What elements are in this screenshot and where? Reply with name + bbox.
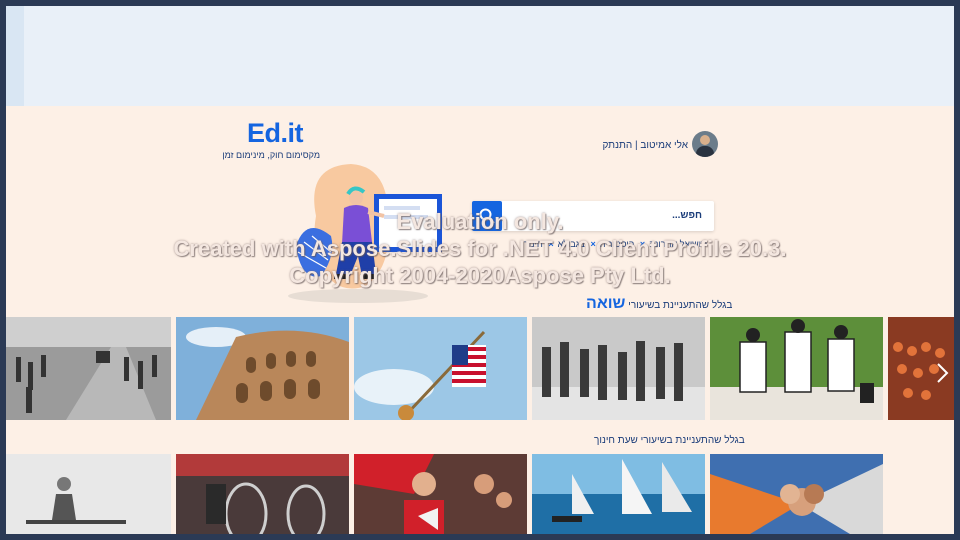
sailboats-photo xyxy=(532,454,705,534)
soldiers-road-photo xyxy=(6,317,171,420)
user-name-logout[interactable]: אלי אמיטוב | התנתק xyxy=(602,140,688,151)
top-banner xyxy=(6,6,954,106)
lesson-card[interactable] xyxy=(532,317,705,420)
avatar[interactable] xyxy=(692,131,718,157)
watermark-line: Evaluation only. xyxy=(396,209,564,234)
lesson-card[interactable] xyxy=(6,317,171,420)
wheelchair-race-photo xyxy=(176,454,349,534)
watermark-line: Created with Aspose.Slides for .NET 4.0 … xyxy=(173,236,787,261)
chevron-right-icon xyxy=(937,363,949,383)
row-title-accent: שואה xyxy=(586,295,626,312)
lesson-card[interactable] xyxy=(6,454,171,534)
colosseum-photo xyxy=(176,317,349,420)
protest-megaphone-photo xyxy=(354,454,527,534)
carousel-next-button[interactable] xyxy=(930,358,954,388)
stacked-hands-photo xyxy=(710,454,883,534)
row-title-holocaust: בגלל שהתעניינת בשיעורי שואה xyxy=(586,295,732,313)
row-title-homeroom: בגלל שהתעניינת בשיעורי שעת חינוך xyxy=(594,435,745,446)
lesson-card[interactable] xyxy=(710,317,883,420)
watermark-line: Copyright 2004-2020Aspose Pty Ltd. xyxy=(289,263,671,288)
row-title-prefix: בגלל שהתעניינת בשיעורי שעת חינוך xyxy=(594,435,745,446)
sad-girl-photo xyxy=(6,454,171,534)
cartoon-figures-photo xyxy=(710,317,883,420)
lesson-card[interactable] xyxy=(354,454,527,534)
lesson-card[interactable] xyxy=(710,454,883,534)
lesson-card[interactable] xyxy=(532,454,705,534)
american-flag-photo xyxy=(354,317,527,420)
row-title-prefix: בגלל שהתעניינת בשיעורי xyxy=(628,300,733,311)
crowd-march-photo xyxy=(532,317,705,420)
banner-side-strip xyxy=(6,6,24,106)
lesson-card[interactable] xyxy=(176,454,349,534)
lesson-card[interactable] xyxy=(176,317,349,420)
logo-text: Ed.it xyxy=(247,118,304,148)
evaluation-watermark: Evaluation only. Created with Aspose.Sli… xyxy=(0,208,960,289)
user-menu[interactable]: אלי אמיטוב | התנתק xyxy=(602,131,718,159)
lesson-card[interactable] xyxy=(354,317,527,420)
